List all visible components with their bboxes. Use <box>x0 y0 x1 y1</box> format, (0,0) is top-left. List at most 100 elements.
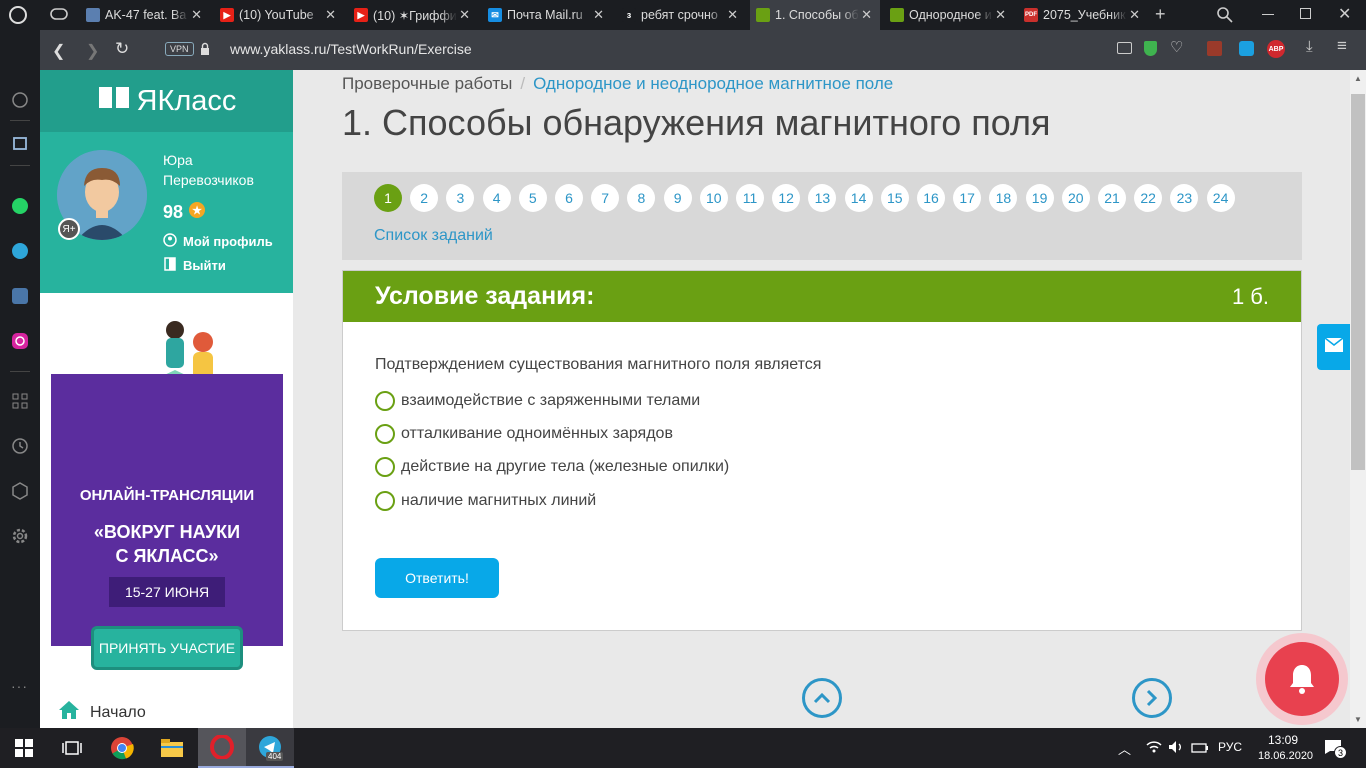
task-view-icon[interactable] <box>48 728 96 768</box>
answer-option[interactable]: взаимодействие с заряженными телами <box>375 391 700 411</box>
radio-button[interactable] <box>375 457 395 477</box>
question-number-19[interactable]: 19 <box>1025 184 1054 212</box>
answer-option[interactable]: отталкивание одноимённых зарядов <box>375 424 673 444</box>
close-tab-icon[interactable]: ✕ <box>1129 7 1140 23</box>
tab-ak47[interactable]: AK-47 feat. Ba ✕ <box>80 0 210 30</box>
close-tab-icon[interactable]: ✕ <box>727 7 738 23</box>
question-number-5[interactable]: 5 <box>518 184 547 212</box>
tab-yaklass-active[interactable]: 1. Способы об ✕ <box>750 0 880 30</box>
radio-button[interactable] <box>375 491 395 511</box>
opera-logo-icon[interactable] <box>8 5 28 28</box>
sidebar-item-home[interactable]: Начало <box>58 700 146 725</box>
scrollbar-thumb[interactable] <box>1351 94 1365 470</box>
reload-icon[interactable]: ↻ <box>115 39 129 59</box>
join-button[interactable]: ПРИНЯТЬ УЧАСТИЕ <box>91 626 243 670</box>
battery-icon[interactable] <box>1191 741 1209 759</box>
close-tab-icon[interactable]: ✕ <box>325 7 336 23</box>
instagram-icon[interactable] <box>10 331 30 351</box>
file-explorer-icon[interactable] <box>148 728 196 768</box>
shield-icon[interactable] <box>1144 41 1157 56</box>
vertical-scrollbar[interactable]: ▲ ▼ <box>1350 70 1366 728</box>
whatsapp-icon[interactable] <box>10 196 30 216</box>
telegram-icon[interactable] <box>10 241 30 261</box>
extension-cube-icon[interactable] <box>1207 41 1222 56</box>
promo-banner[interactable]: ОНЛАЙН-ТРАНСЛЯЦИИ «ВОКРУГ НАУКИ С ЯКЛАСС… <box>51 374 283 646</box>
scroll-down-arrow-icon[interactable]: ▼ <box>1354 715 1362 724</box>
submit-answer-button[interactable]: Ответить! <box>375 558 499 598</box>
yaklass-logo[interactable]: ЯКласс <box>40 70 293 132</box>
lock-icon[interactable] <box>200 42 210 61</box>
notifications-button[interactable] <box>1256 633 1348 725</box>
speed-dial-icon[interactable] <box>10 90 30 110</box>
question-number-10[interactable]: 10 <box>699 184 728 212</box>
close-tab-icon[interactable]: ✕ <box>995 7 1006 23</box>
new-tab-icon[interactable]: + <box>1155 4 1166 25</box>
extensions-cube-icon[interactable] <box>10 481 30 501</box>
camera-icon[interactable] <box>1117 42 1132 54</box>
close-tab-icon[interactable]: ✕ <box>861 7 872 23</box>
action-center-icon[interactable]: 3 <box>1324 739 1347 760</box>
question-number-4[interactable]: 4 <box>482 184 511 212</box>
scroll-up-arrow-icon[interactable]: ▲ <box>1354 74 1362 83</box>
question-number-14[interactable]: 14 <box>844 184 873 212</box>
close-tab-icon[interactable]: ✕ <box>593 7 604 23</box>
settings-gear-icon[interactable] <box>10 526 30 546</box>
breadcrumb-root[interactable]: Проверочные работы <box>342 74 512 93</box>
question-number-16[interactable]: 16 <box>917 184 945 212</box>
question-number-7[interactable]: 7 <box>591 184 620 212</box>
tab-pdf[interactable]: PDF 2075_Учебник ✕ <box>1018 0 1148 30</box>
my-profile-link[interactable]: Мой профиль <box>163 233 273 250</box>
question-number-9[interactable]: 9 <box>663 184 692 212</box>
task-list-link[interactable]: Список заданий <box>374 227 493 245</box>
question-number-15[interactable]: 15 <box>880 184 909 212</box>
radio-button[interactable] <box>375 391 395 411</box>
next-question-button[interactable] <box>1132 678 1172 718</box>
search-icon[interactable] <box>1216 6 1234 27</box>
question-number-3[interactable]: 3 <box>446 184 475 212</box>
question-number-11[interactable]: 11 <box>736 184 764 212</box>
restore-icon[interactable] <box>1300 8 1311 19</box>
menu-icon[interactable]: ≡ <box>1337 36 1347 56</box>
question-number-21[interactable]: 21 <box>1098 184 1126 212</box>
minimize-icon[interactable] <box>1262 14 1274 15</box>
telegram-taskbar-icon[interactable]: 404 <box>246 728 294 768</box>
question-number-17[interactable]: 17 <box>953 184 982 212</box>
question-number-6[interactable]: 6 <box>555 184 583 212</box>
close-tab-icon[interactable]: ✕ <box>459 7 470 23</box>
tab-youtube[interactable]: ▶ (10) YouTube ✕ <box>214 0 344 30</box>
windows-start-icon[interactable] <box>0 728 48 768</box>
close-window-icon[interactable]: ✕ <box>1338 4 1351 24</box>
extension-blue-icon[interactable] <box>1239 41 1254 56</box>
heart-icon[interactable]: ♡ <box>1170 38 1183 56</box>
question-number-18[interactable]: 18 <box>989 184 1018 212</box>
close-tab-icon[interactable]: ✕ <box>191 7 202 23</box>
question-number-20[interactable]: 20 <box>1061 184 1090 212</box>
question-number-13[interactable]: 13 <box>808 184 837 212</box>
breadcrumb-topic-link[interactable]: Однородное и неоднородное магнитное поле <box>533 74 893 93</box>
tab-znanija[interactable]: з ребят срочно ✕ <box>616 0 746 30</box>
question-number-8[interactable]: 8 <box>627 184 656 212</box>
radio-button[interactable] <box>375 424 395 444</box>
wifi-icon[interactable] <box>1146 740 1162 759</box>
vpn-badge[interactable]: VPN <box>165 42 194 56</box>
forward-icon[interactable]: ❯ <box>86 41 99 61</box>
feedback-mail-button[interactable] <box>1317 324 1350 370</box>
tray-expand-icon[interactable]: ︿ <box>1118 739 1131 758</box>
language-indicator[interactable]: РУС <box>1218 740 1242 754</box>
chrome-icon[interactable] <box>98 728 146 768</box>
adblock-icon[interactable]: ABP <box>1267 40 1285 58</box>
gamepad-icon[interactable] <box>50 7 68 24</box>
question-number-22[interactable]: 22 <box>1134 184 1163 212</box>
history-clock-icon[interactable] <box>10 436 30 456</box>
tab-mail[interactable]: ✉ Почта Mail.ru ✕ <box>482 0 612 30</box>
logout-link[interactable]: Выйти <box>163 257 226 274</box>
download-icon[interactable]: ⤓ <box>1306 38 1313 55</box>
tab-youtube-2[interactable]: ▶ (10) ✶Гриффи ✕ <box>348 0 478 30</box>
question-number-12[interactable]: 12 <box>772 184 801 212</box>
volume-icon[interactable] <box>1168 740 1184 759</box>
tab-yaklass-2[interactable]: Однородное и ✕ <box>884 0 1014 30</box>
question-number-1[interactable]: 1 <box>374 184 402 212</box>
vk-icon[interactable] <box>10 286 30 306</box>
clock[interactable]: 13:09 18.06.2020 <box>1258 732 1313 764</box>
more-icon[interactable]: ··· <box>11 678 28 694</box>
